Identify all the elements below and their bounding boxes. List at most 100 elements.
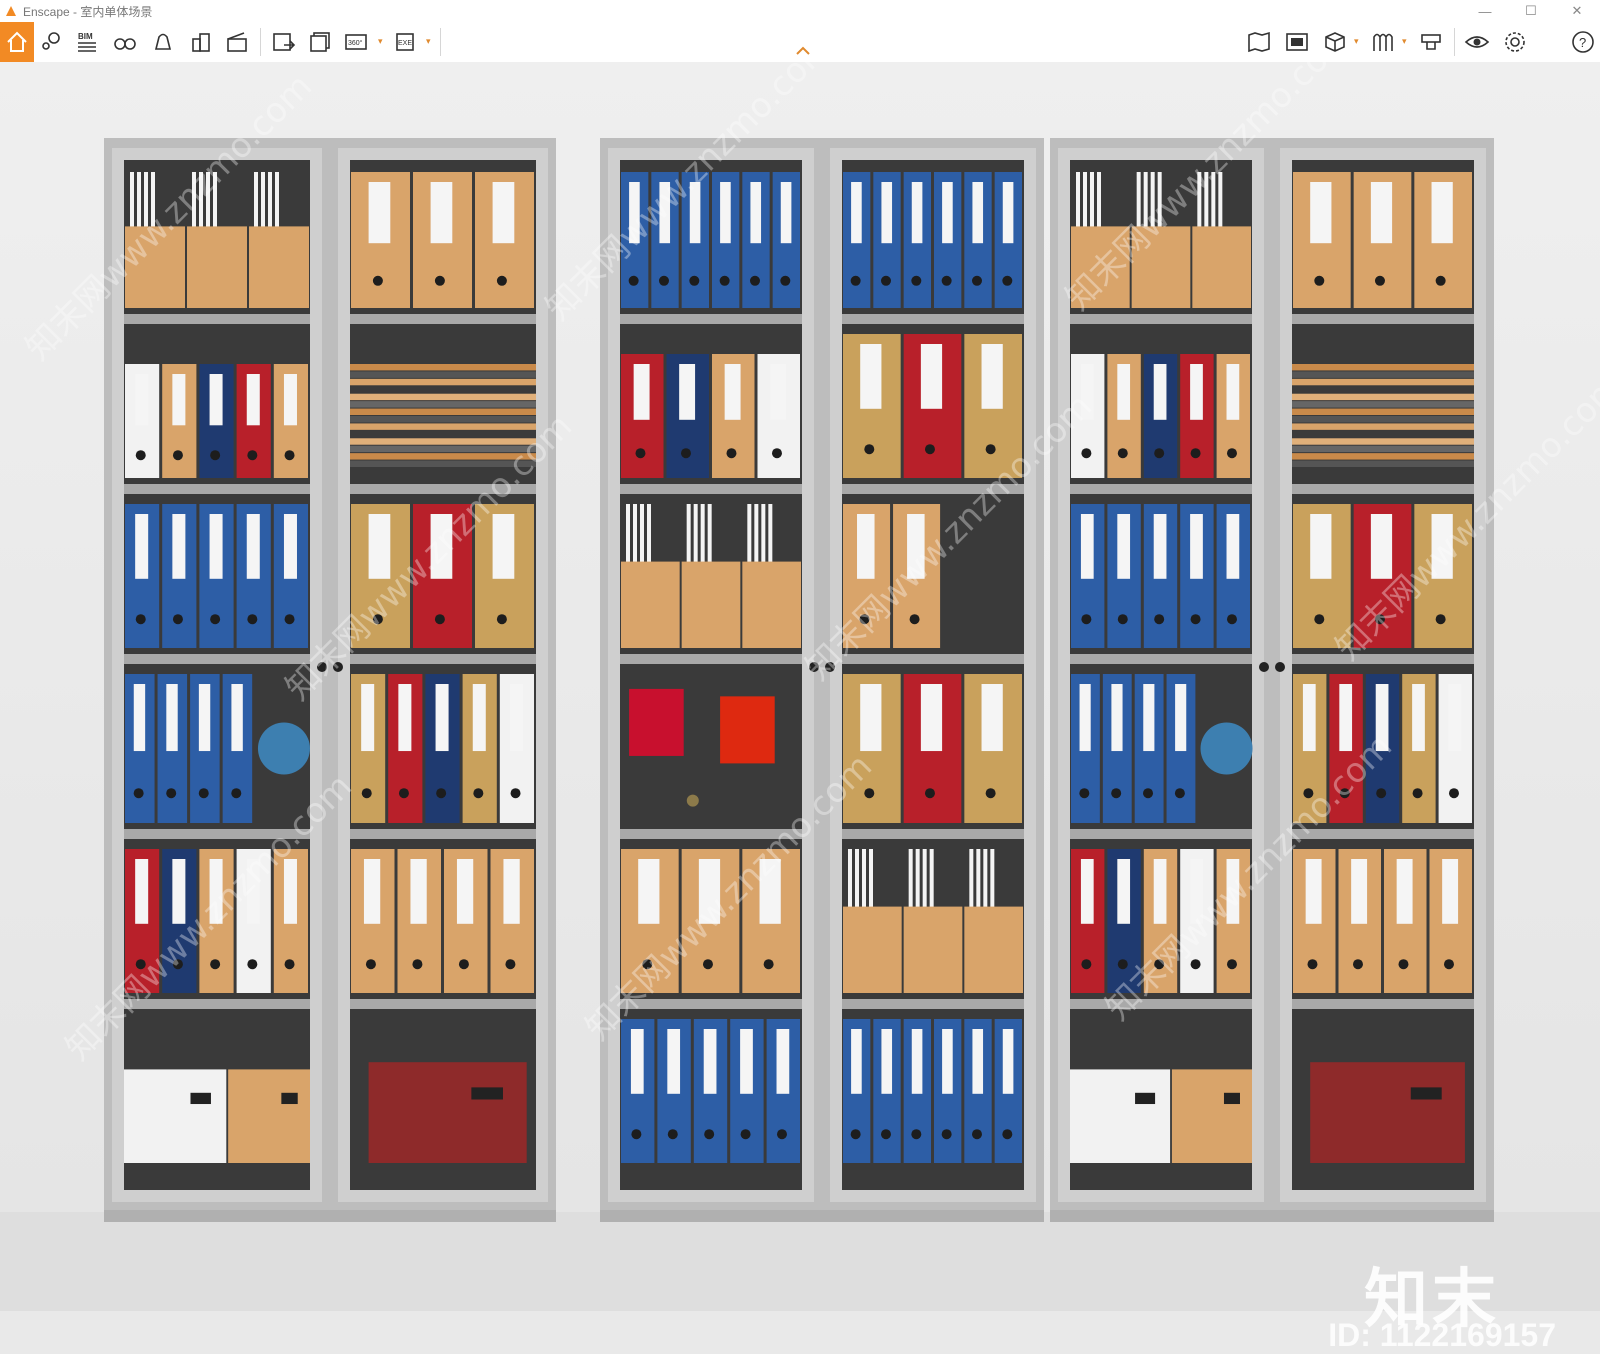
- binder-label: [1190, 364, 1203, 420]
- box-handle: [1223, 1092, 1240, 1105]
- exe-export-icon: EXE: [396, 33, 414, 51]
- binder-ring-hole: [436, 788, 447, 799]
- magazine-file: [621, 561, 680, 648]
- enscape-logo-icon: [6, 6, 16, 16]
- binder-ring-hole: [1002, 1129, 1013, 1140]
- binder-label: [1175, 684, 1187, 752]
- paper-stack-layer: [350, 371, 536, 378]
- minimize-button[interactable]: —: [1462, 0, 1508, 22]
- binder-label: [133, 684, 146, 752]
- asset-library-icon: [1286, 33, 1308, 51]
- bookcase-plinth: [1050, 1210, 1494, 1222]
- material-button[interactable]: [1366, 22, 1400, 62]
- binoculars-button[interactable]: [108, 22, 142, 62]
- render-viewport[interactable]: 知末网www.znzmo.com 知末网www.znzmo.com 知末网www.z…: [0, 16, 1600, 1353]
- binder-label: [1080, 514, 1094, 579]
- bim-button[interactable]: BIM: [70, 22, 104, 62]
- binder-ring-hole: [726, 448, 737, 459]
- video-editor-button[interactable]: [220, 22, 254, 62]
- paper-stack-layer: [1292, 453, 1474, 460]
- binder-ring-hole: [771, 448, 782, 459]
- binder-ring-hole: [1174, 788, 1185, 799]
- map-button[interactable]: [1242, 22, 1276, 62]
- paper-stack-layer: [350, 423, 536, 430]
- bell-button[interactable]: [146, 22, 180, 62]
- paper: [848, 849, 852, 914]
- paper: [254, 172, 258, 234]
- binder-ring-hole: [971, 1129, 982, 1140]
- binder-label: [246, 514, 260, 579]
- binder-label: [368, 182, 391, 244]
- binder-ring-hole: [510, 788, 521, 799]
- binder-label: [1117, 364, 1131, 420]
- binder-ring-hole: [1435, 275, 1446, 286]
- paper-stack-layer: [350, 401, 536, 408]
- binder-ring-hole: [198, 788, 209, 799]
- paper: [700, 504, 705, 569]
- binder-label: [851, 182, 862, 244]
- binder-ring-hole: [971, 275, 982, 286]
- binder-ring-hole: [635, 448, 646, 459]
- binder-label: [198, 684, 211, 752]
- binder-label: [172, 514, 186, 579]
- atmosphere-button[interactable]: [1414, 22, 1448, 62]
- binder-label: [911, 182, 923, 244]
- binder-ring-hole: [172, 450, 183, 461]
- binder-ring-hole: [365, 959, 376, 970]
- chevron-down-icon[interactable]: ▾: [378, 36, 383, 47]
- batch-render-button[interactable]: [304, 22, 338, 62]
- close-button[interactable]: ✕: [1554, 0, 1600, 22]
- shelf-board: [1070, 829, 1252, 839]
- shelf-board: [1292, 654, 1474, 664]
- panorama-button[interactable]: 360°: [340, 22, 374, 62]
- objects-button[interactable]: [1318, 22, 1352, 62]
- binder-label: [1117, 514, 1131, 579]
- settings-button[interactable]: [1498, 22, 1532, 62]
- chevron-down-icon[interactable]: ▾: [1354, 36, 1359, 47]
- buildings-button[interactable]: [184, 22, 218, 62]
- magazine-file: [187, 226, 247, 308]
- screenshot-button[interactable]: [266, 22, 300, 62]
- chevron-down-icon[interactable]: ▾: [426, 36, 431, 47]
- paper: [268, 172, 272, 234]
- visual-settings-button[interactable]: [1460, 22, 1494, 62]
- help-button[interactable]: ?: [1566, 22, 1600, 62]
- exe-export-button[interactable]: EXE: [390, 22, 424, 62]
- binder-label: [667, 1029, 681, 1094]
- collapse-toolbar-icon[interactable]: [795, 46, 811, 56]
- paper-stack-layer: [350, 393, 536, 401]
- paper: [640, 504, 644, 569]
- svg-text:EXE: EXE: [398, 40, 412, 47]
- chevron-down-icon[interactable]: ▾: [1402, 36, 1407, 47]
- bookcase-scene: 知末网www.znzmo.com 知末网www.znzmo.com 知末网www.z…: [0, 16, 1600, 1311]
- binder-ring-hole: [689, 275, 700, 286]
- bookcase-plinth: [104, 1210, 556, 1222]
- paper-stack-layer: [1292, 408, 1474, 415]
- maximize-button[interactable]: ☐: [1508, 0, 1554, 22]
- binder-label: [398, 684, 412, 752]
- binder-ring-hole: [1314, 275, 1325, 286]
- screenshot-icon: [273, 33, 296, 51]
- paper-stack-layer: [1292, 386, 1474, 393]
- binder-label: [1370, 182, 1393, 244]
- paper-stack-layer: [1292, 445, 1474, 453]
- door-knob: [1259, 662, 1269, 672]
- binder-ring-hole: [210, 450, 221, 461]
- views-button[interactable]: [34, 22, 68, 62]
- binder-ring-hole: [911, 275, 922, 286]
- binder-label: [920, 344, 943, 409]
- paper-stack-layer: [1292, 430, 1474, 438]
- paper: [647, 504, 651, 569]
- map-pin-icon: [42, 32, 60, 50]
- binder-ring-hole: [864, 444, 875, 455]
- binder-label: [1190, 514, 1203, 579]
- paper: [915, 849, 920, 914]
- binder-label: [1143, 684, 1155, 752]
- binder-label: [435, 684, 449, 752]
- binder-label: [503, 859, 520, 924]
- asset-library-button[interactable]: [1280, 22, 1314, 62]
- gear-icon: [1505, 32, 1525, 52]
- binder-label: [1079, 684, 1091, 752]
- home-button[interactable]: [0, 22, 34, 62]
- binder-label: [1002, 182, 1014, 244]
